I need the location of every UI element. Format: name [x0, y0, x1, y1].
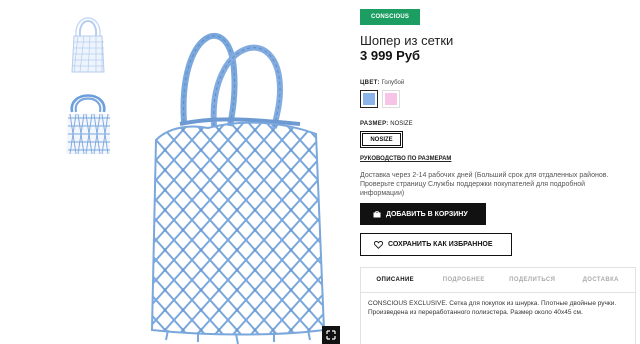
expand-icon	[326, 330, 336, 340]
color-value: Голубой	[381, 80, 405, 86]
heart-icon	[374, 240, 383, 249]
swatch-blue[interactable]	[360, 90, 378, 108]
size-label: РАЗМЕР:	[360, 121, 389, 127]
color-label-row: ЦВЕТ: Голубой	[360, 80, 404, 86]
size-label-row: РАЗМЕР: NOSIZE	[360, 121, 413, 127]
thumbnail-detail[interactable]	[66, 88, 110, 154]
tab-bar: ОПИСАНИЕ ПОДРОБНЕЕ ПОДЕЛИТЬСЯ ДОСТАВКА	[361, 268, 635, 293]
tab-share[interactable]: ПОДЕЛИТЬСЯ	[498, 268, 567, 292]
product-title: Шопер из сетки	[360, 33, 454, 48]
size-guide-link[interactable]: РУКОВОДСТВО ПО РАЗМЕРАМ	[360, 156, 451, 162]
tab-details[interactable]: ПОДРОБНЕЕ	[430, 268, 499, 292]
tab-delivery[interactable]: ДОСТАВКА	[567, 268, 636, 292]
size-option-nosize[interactable]: NOSIZE	[360, 131, 403, 148]
bag-icon	[373, 210, 381, 217]
size-value: NOSIZE	[390, 121, 413, 127]
thumbnail-list	[66, 10, 110, 166]
product-details-tabs: ОПИСАНИЕ ПОДРОБНЕЕ ПОДЕЛИТЬСЯ ДОСТАВКА C…	[360, 267, 636, 344]
add-to-cart-label: ДОБАВИТЬ В КОРЗИНУ	[386, 210, 468, 218]
description-text: CONSCIOUS EXCLUSIVE. Сетка для покупок и…	[368, 300, 617, 316]
swatch-pink[interactable]	[382, 90, 400, 108]
delivery-info: Доставка через 2-14 рабочих дней (Больши…	[360, 172, 609, 197]
product-image-mesh-bag	[150, 32, 326, 344]
conscious-badge: CONSCIOUS	[360, 9, 421, 25]
tab-description[interactable]: ОПИСАНИЕ	[361, 268, 430, 292]
color-swatches	[360, 90, 400, 108]
thumbnail-front[interactable]	[66, 10, 110, 76]
save-favorite-label: СОХРАНИТЬ КАК ИЗБРАННОЕ	[388, 241, 493, 248]
color-label: ЦВЕТ:	[360, 80, 380, 86]
zoom-button[interactable]	[322, 326, 340, 344]
add-to-cart-button[interactable]: ДОБАВИТЬ В КОРЗИНУ	[360, 203, 486, 225]
product-price: 3 999 Руб	[360, 48, 421, 63]
save-favorite-button[interactable]: СОХРАНИТЬ КАК ИЗБРАННОЕ	[360, 233, 512, 256]
